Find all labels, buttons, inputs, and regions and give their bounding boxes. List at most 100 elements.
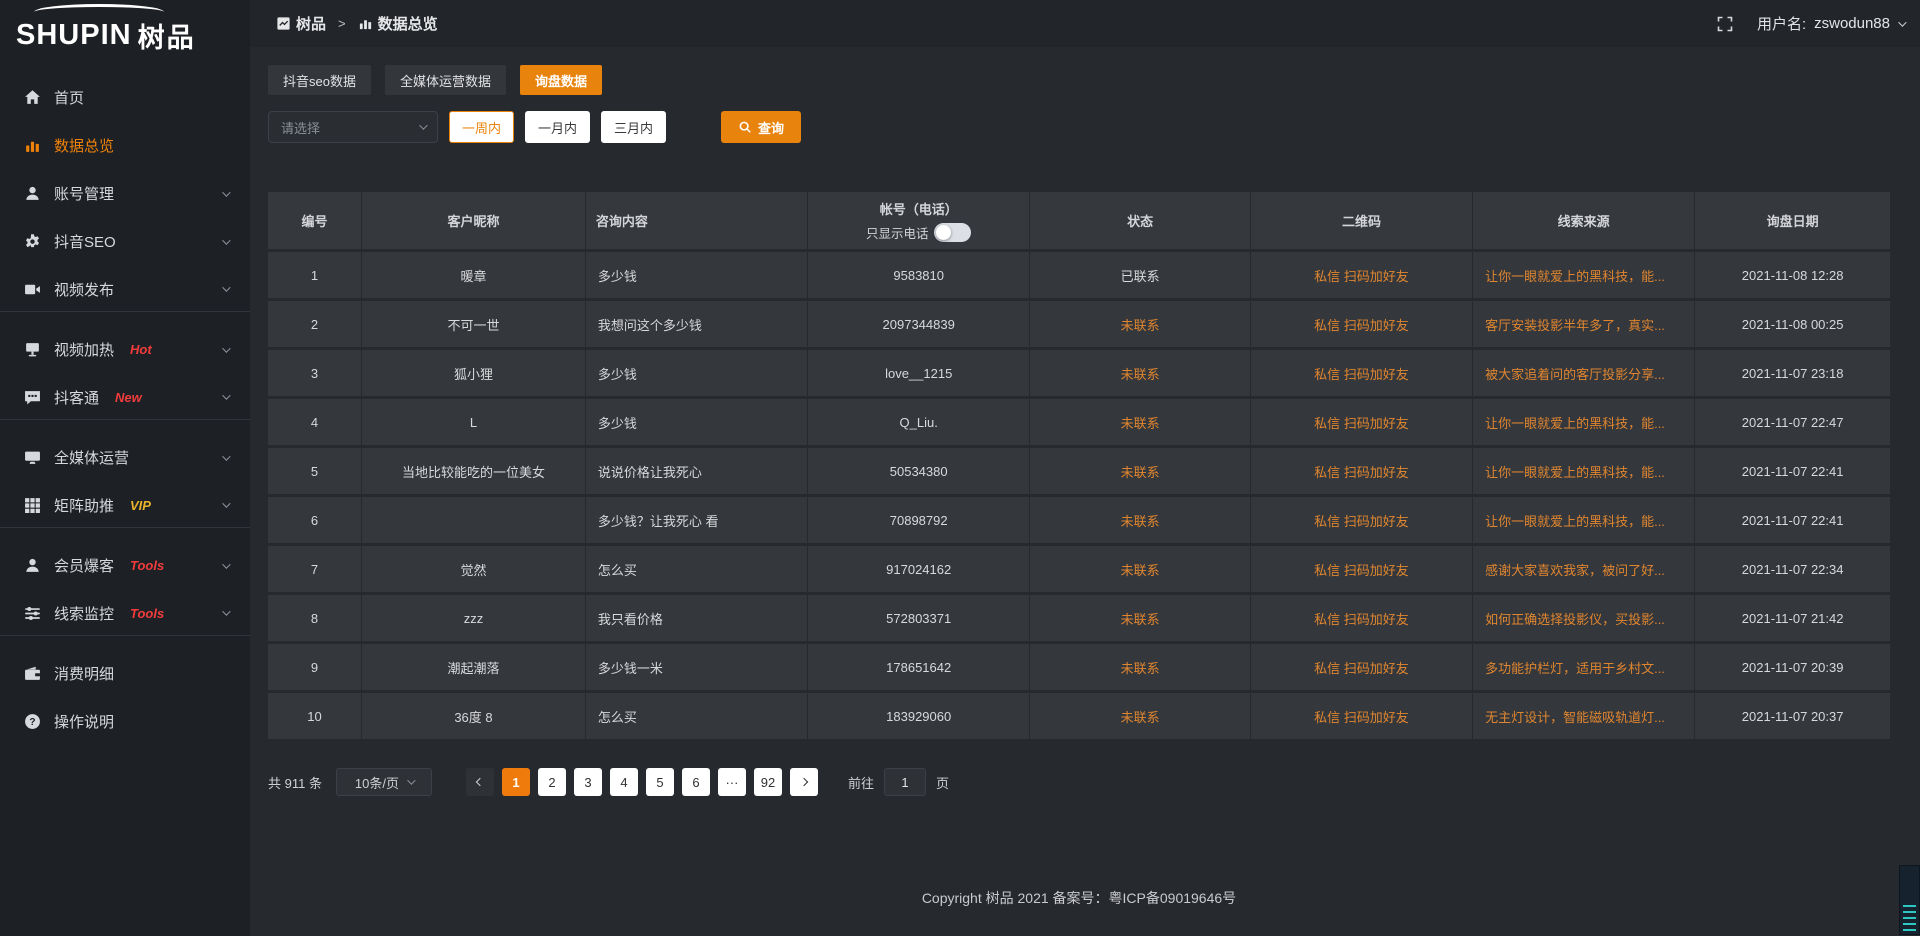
query-button[interactable]: 查询 — [721, 111, 801, 143]
status-badge: 未联系 — [1121, 416, 1160, 431]
sidebar-item-label: 全媒体运营 — [54, 447, 129, 468]
username-label: 用户名: — [1757, 13, 1806, 34]
chevron-left-icon — [476, 778, 484, 786]
page-size-select[interactable]: 10条/页 — [336, 768, 432, 796]
cell-source-link[interactable]: 让你一眼就爱上的黑科技，能... — [1473, 399, 1695, 445]
filter-select[interactable]: 请选择 — [268, 111, 438, 143]
page-button[interactable]: 4 — [610, 768, 638, 796]
cell-id: 8 — [268, 595, 362, 641]
cell-nickname: 36度 8 — [362, 693, 586, 739]
sidebar-item-badge: VIP — [130, 498, 151, 513]
filter-select-placeholder: 请选择 — [281, 118, 320, 137]
cell-qrcode-link[interactable]: 私信 扫码加好友 — [1251, 497, 1473, 543]
sidebar-item[interactable]: 抖音SEO — [0, 219, 250, 264]
floating-widget[interactable] — [1899, 865, 1920, 935]
page-button[interactable]: 6 — [682, 768, 710, 796]
page-button[interactable]: 1 — [502, 768, 530, 796]
sidebar-item[interactable]: 视频发布 — [0, 267, 250, 312]
sidebar-item[interactable]: 会员爆客 Tools — [0, 543, 250, 588]
sidebar-item-label: 视频发布 — [54, 279, 114, 300]
sidebar-item[interactable]: ? 操作说明 — [0, 699, 250, 744]
page-button[interactable]: 5 — [646, 768, 674, 796]
sidebar-item[interactable]: 矩阵助推 VIP — [0, 483, 250, 528]
cell-id: 5 — [268, 448, 362, 494]
status-badge: 未联系 — [1121, 367, 1160, 382]
chevron-down-icon — [222, 560, 230, 568]
breadcrumb-root[interactable]: 树品 — [296, 13, 326, 34]
cell-source-link[interactable]: 客厅安装投影半年多了，真实... — [1473, 301, 1695, 347]
cell-qrcode-link[interactable]: 私信 扫码加好友 — [1251, 595, 1473, 641]
cell-qrcode-link[interactable]: 私信 扫码加好友 — [1251, 301, 1473, 347]
sidebar-item[interactable]: 账号管理 — [0, 171, 250, 216]
sidebar-item[interactable]: 消费明细 — [0, 651, 250, 696]
cell-status: 未联系 — [1030, 301, 1251, 347]
goto-label: 前往 — [848, 773, 874, 792]
cell-nickname: 狐小狸 — [362, 350, 586, 396]
chevron-down-icon — [1898, 18, 1906, 26]
cell-status: 未联系 — [1030, 350, 1251, 396]
breadcrumb: 树品 > 数据总览 — [276, 13, 438, 34]
range-button[interactable]: 一周内 — [449, 111, 514, 143]
prev-page-button[interactable] — [466, 768, 494, 796]
cell-source-link[interactable]: 多功能护栏灯，适用于乡村文... — [1473, 644, 1695, 690]
cell-source-link[interactable]: 如何正确选择投影仪，买投影... — [1473, 595, 1695, 641]
cell-source-link[interactable]: 让你一眼就爱上的黑科技，能... — [1473, 252, 1695, 298]
cell-date: 2021-11-07 23:18 — [1695, 350, 1890, 396]
cell-account: 183929060 — [808, 693, 1030, 739]
col-date: 询盘日期 — [1695, 192, 1890, 249]
screen-icon — [24, 341, 41, 358]
tab[interactable]: 全媒体运营数据 — [385, 65, 506, 95]
col-qrcode: 二维码 — [1251, 192, 1473, 249]
logo-arc — [34, 4, 164, 20]
cell-account: Q_Liu. — [808, 399, 1030, 445]
page-button[interactable]: ··· — [718, 768, 746, 796]
fullscreen-icon[interactable] — [1717, 16, 1733, 32]
user-menu[interactable]: 用户名: zswodun88 — [1757, 13, 1904, 34]
cell-source-link[interactable]: 让你一眼就爱上的黑科技，能... — [1473, 497, 1695, 543]
data-tabs: 抖音seo数据 全媒体运营数据 询盘数据 — [268, 65, 1890, 95]
cell-qrcode-link[interactable]: 私信 扫码加好友 — [1251, 252, 1473, 298]
range-button[interactable]: 三月内 — [601, 111, 666, 143]
cell-qrcode-link[interactable]: 私信 扫码加好友 — [1251, 350, 1473, 396]
tab[interactable]: 抖音seo数据 — [268, 65, 371, 95]
range-button[interactable]: 一月内 — [525, 111, 590, 143]
tab[interactable]: 询盘数据 — [520, 65, 602, 95]
cell-id: 10 — [268, 693, 362, 739]
cell-qrcode-link[interactable]: 私信 扫码加好友 — [1251, 693, 1473, 739]
table-row: 3 狐小狸 多少钱 love__1215 未联系 私信 扫码加好友 被大家追着问… — [268, 350, 1890, 396]
cell-id: 4 — [268, 399, 362, 445]
cell-status: 未联系 — [1030, 448, 1251, 494]
chevron-down-icon — [222, 499, 230, 507]
page-button[interactable]: 2 — [538, 768, 566, 796]
next-page-button[interactable] — [790, 768, 818, 796]
cell-source-link[interactable]: 感谢大家喜欢我家，被问了好... — [1473, 546, 1695, 592]
col-account-label: 帐号（电话） — [880, 199, 958, 218]
cell-source-link[interactable]: 被大家追着问的客厅投影分享... — [1473, 350, 1695, 396]
chevron-down-icon — [222, 283, 230, 291]
cell-source-link[interactable]: 无主灯设计，智能磁吸轨道灯... — [1473, 693, 1695, 739]
col-source: 线索来源 — [1473, 192, 1695, 249]
phone-only-toggle[interactable] — [934, 223, 971, 242]
cell-status: 未联系 — [1030, 399, 1251, 445]
status-badge: 未联系 — [1121, 514, 1160, 529]
sidebar-item[interactable]: 线索监控 Tools — [0, 591, 250, 636]
sidebar-item[interactable]: 首页 — [0, 75, 250, 120]
cell-qrcode-link[interactable]: 私信 扫码加好友 — [1251, 448, 1473, 494]
cell-qrcode-link[interactable]: 私信 扫码加好友 — [1251, 644, 1473, 690]
chevron-down-icon — [222, 391, 230, 399]
inquiry-table: 编号 客户昵称 咨询内容 帐号（电话） 只显示电话 — [268, 189, 1890, 742]
cell-account: love__1215 — [808, 350, 1030, 396]
page-button[interactable]: 3 — [574, 768, 602, 796]
grid-icon — [24, 497, 41, 514]
sidebar-item-label: 抖客通 — [54, 387, 99, 408]
sidebar-item-label: 会员爆客 — [54, 555, 114, 576]
sidebar-item[interactable]: 抖客通 New — [0, 375, 250, 420]
goto-page-input[interactable] — [884, 768, 926, 796]
sidebar-item[interactable]: 数据总览 — [0, 123, 250, 168]
cell-qrcode-link[interactable]: 私信 扫码加好友 — [1251, 546, 1473, 592]
page-button[interactable]: 92 — [754, 768, 782, 796]
sidebar-item[interactable]: 视频加热 Hot — [0, 327, 250, 372]
cell-source-link[interactable]: 让你一眼就爱上的黑科技，能... — [1473, 448, 1695, 494]
sidebar-item[interactable]: 全媒体运营 — [0, 435, 250, 480]
cell-qrcode-link[interactable]: 私信 扫码加好友 — [1251, 399, 1473, 445]
